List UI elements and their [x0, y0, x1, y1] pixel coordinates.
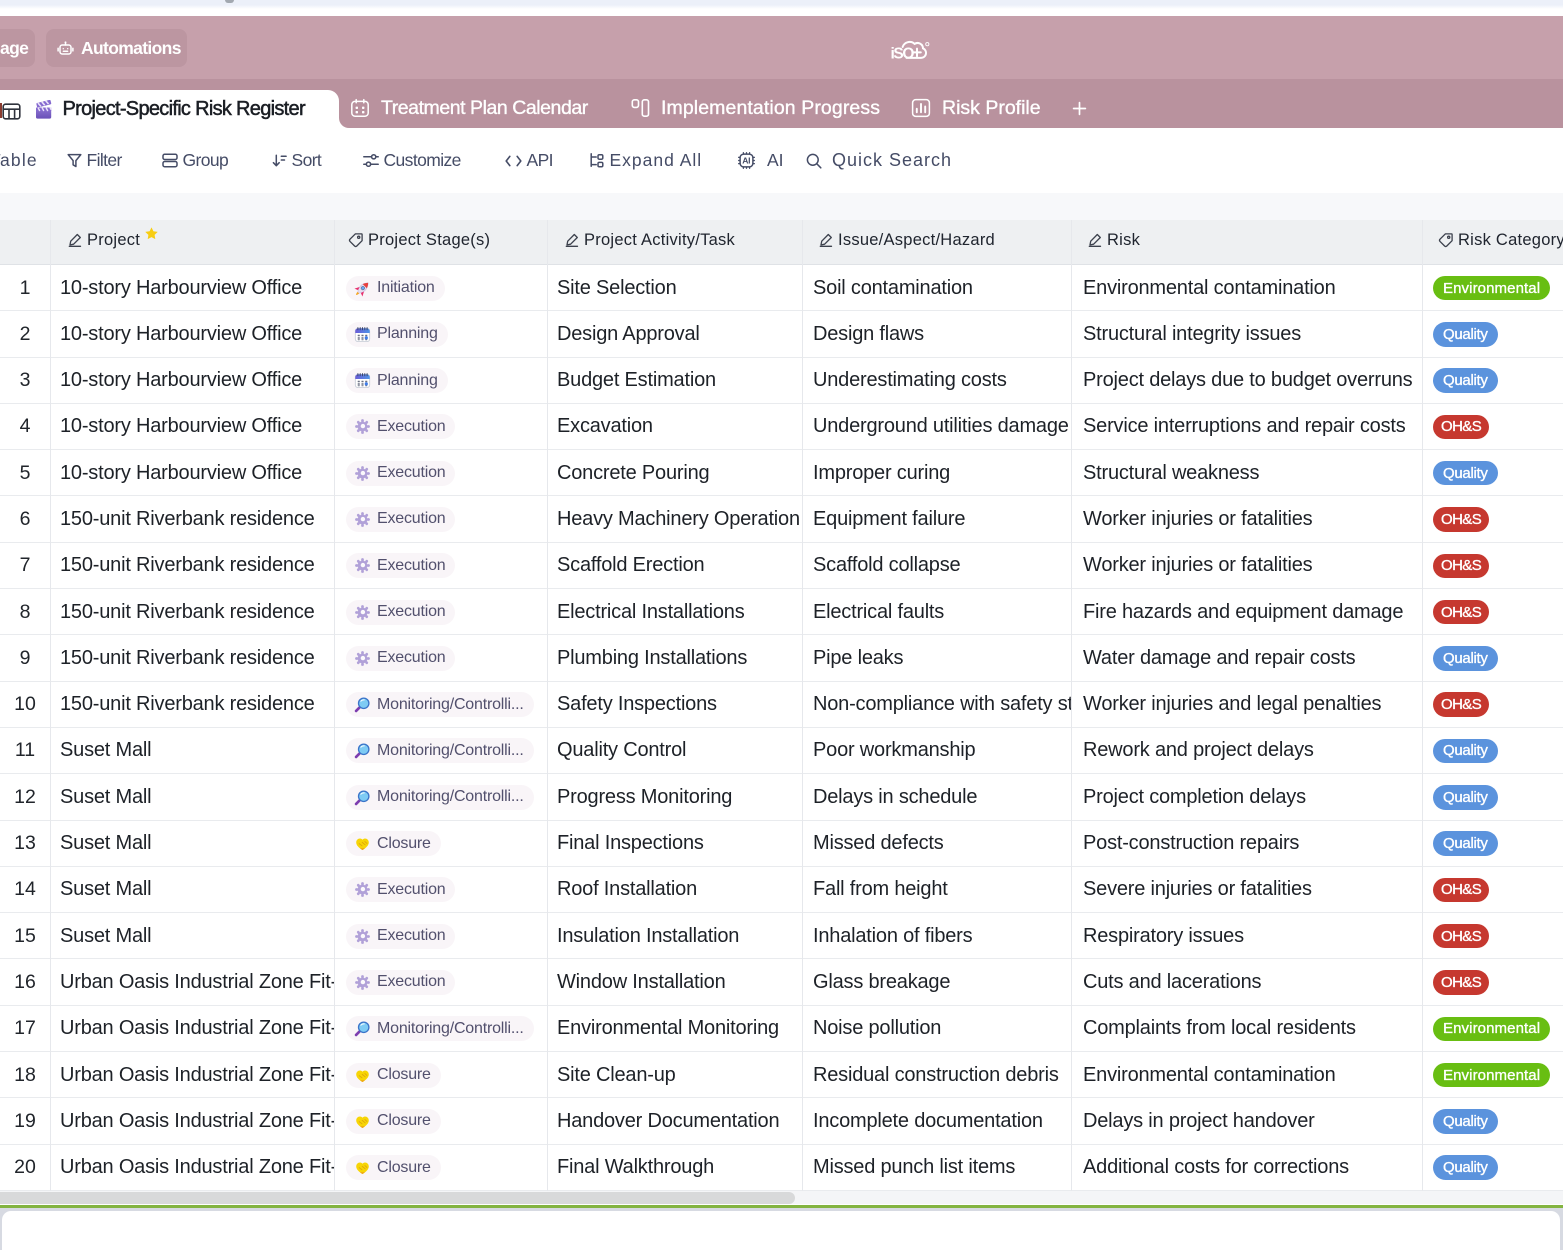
svg-text:iSO: iSO — [891, 46, 915, 62]
svg-text:AI: AI — [742, 156, 750, 166]
